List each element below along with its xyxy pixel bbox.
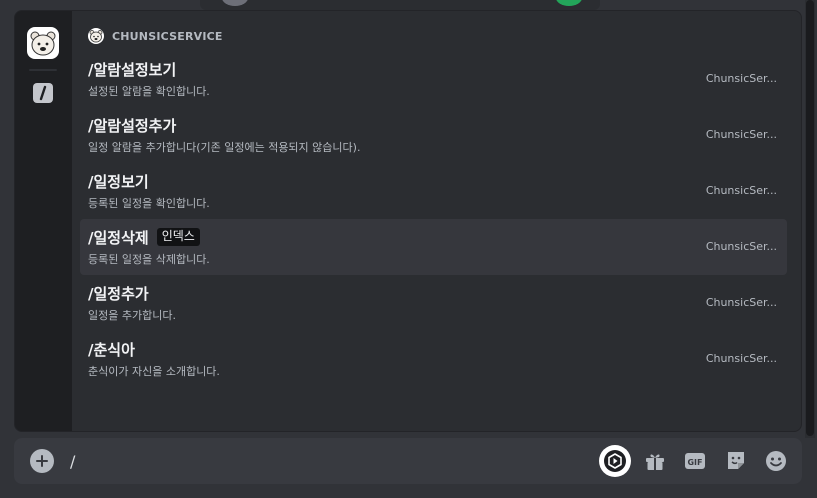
command-source: ChunsicSer... — [705, 128, 777, 141]
bot-app-avatar[interactable] — [27, 27, 59, 59]
app-rail — [15, 11, 72, 431]
command-source: ChunsicSer... — [705, 240, 777, 253]
command-description: 일정 알람을 추가합니다(기존 일정에는 적용되지 않습니다). — [88, 141, 361, 154]
command-title: /일정추가 — [88, 284, 149, 303]
command-title: /알람설정보기 — [88, 60, 177, 79]
scrollbar-thumb[interactable] — [806, 0, 814, 436]
command-item-selected[interactable]: /일정삭제 인덱스 등록된 일정을 삭제합니다. ChunsicSer... — [80, 219, 787, 275]
command-title: /알람설정추가 — [88, 116, 177, 135]
command-title: /일정삭제 — [88, 228, 149, 247]
command-item[interactable]: /춘식아 춘식이가 자신을 소개합니다. ChunsicSer... — [80, 331, 787, 387]
peek-green-indicator — [556, 0, 582, 6]
command-item[interactable]: /알람설정보기 설정된 알람을 확인합니다. ChunsicSer... — [80, 51, 787, 107]
peek-gray-indicator — [222, 0, 248, 6]
command-item[interactable]: /일정추가 일정을 추가합니다. ChunsicSer... — [80, 275, 787, 331]
message-input[interactable] — [70, 450, 570, 472]
gift-icon[interactable] — [643, 449, 667, 473]
command-title: /일정보기 — [88, 172, 149, 191]
command-list: /알람설정보기 설정된 알람을 확인합니다. ChunsicSer... /알람… — [80, 51, 787, 387]
bot-avatar-icon — [88, 28, 104, 44]
top-peek-bar — [200, 0, 600, 10]
command-title: /춘식아 — [88, 340, 135, 359]
plus-circle-icon[interactable] — [30, 449, 54, 473]
command-option-pill: 인덱스 — [156, 228, 200, 246]
command-source: ChunsicSer... — [705, 184, 777, 197]
command-description: 일정을 추가합니다. — [88, 309, 176, 322]
section-header: CHUNSICSERVICE — [88, 27, 223, 45]
command-source: ChunsicSer... — [705, 352, 777, 365]
command-description: 설정된 알람을 확인합니다. — [88, 85, 210, 98]
command-item[interactable]: /알람설정추가 일정 알람을 추가합니다(기존 일정에는 적용되지 않습니다).… — [80, 107, 787, 163]
app-launcher-icon[interactable] — [599, 445, 631, 477]
slash-commands-icon[interactable] — [33, 83, 53, 103]
gif-icon[interactable]: GIF — [683, 449, 707, 473]
bear-face-icon — [30, 31, 56, 56]
sticker-icon[interactable] — [724, 449, 748, 473]
bot-name-label: CHUNSICSERVICE — [112, 29, 223, 43]
command-description: 등록된 일정을 삭제합니다. — [88, 253, 210, 266]
message-bar: GIF — [14, 438, 802, 484]
command-list-panel: CHUNSICSERVICE /알람설정보기 설정된 알람을 확인합니다. Ch… — [72, 11, 801, 431]
svg-text:GIF: GIF — [687, 458, 702, 467]
command-description: 춘식이가 자신을 소개합니다. — [88, 365, 220, 378]
emoji-icon[interactable] — [764, 449, 788, 473]
command-autocomplete-popup: CHUNSICSERVICE /알람설정보기 설정된 알람을 확인합니다. Ch… — [14, 10, 802, 432]
command-source: ChunsicSer... — [705, 72, 777, 85]
command-description: 등록된 일정을 확인합니다. — [88, 197, 210, 210]
rail-separator — [29, 69, 57, 71]
command-source: ChunsicSer... — [705, 296, 777, 309]
command-item[interactable]: /일정보기 등록된 일정을 확인합니다. ChunsicSer... — [80, 163, 787, 219]
